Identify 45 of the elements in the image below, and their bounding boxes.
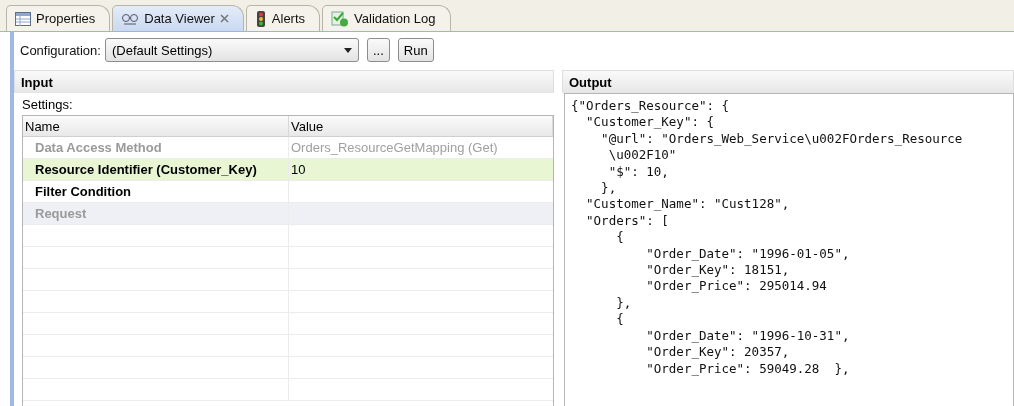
tab[interactable]: Alerts (245, 5, 321, 31)
code-line: \u002F10" (607, 147, 678, 164)
checklist-icon (331, 10, 350, 27)
code-line: "Order_Price": 295014.94 (645, 278, 828, 295)
run-button[interactable]: Run (397, 38, 434, 62)
code-line: }, (600, 180, 618, 197)
configuration-label: Configuration: (20, 42, 101, 58)
table-cell-text: 10 (290, 161, 307, 179)
column-header[interactable]: Value (289, 116, 553, 136)
table-row[interactable]: Resource Identifier (Customer_Key) 10 (23, 159, 553, 181)
code-line: }, (615, 294, 633, 312)
code-line: "Order_Date": "1996-01-05", (645, 245, 851, 263)
tab[interactable]: Data Viewer (112, 5, 244, 31)
close-icon[interactable] (219, 14, 229, 23)
table-cell: Data Access Method (23, 137, 289, 158)
glasses-icon (121, 11, 140, 26)
configuration-dropdown[interactable]: (Default Settings) (104, 38, 359, 62)
code-line: "Order_Price": 59049.28 }, (645, 360, 851, 377)
code-line: "Customer_Key": { (585, 114, 715, 131)
code-line: {"Orders_Resource": { (571, 98, 731, 115)
column-header[interactable]: Name (23, 116, 289, 136)
code-line: "Customer_Name": "Cust128", (585, 196, 791, 213)
code-line: "Order_Key": 20357, (645, 344, 791, 361)
table-cell: Request (23, 203, 289, 224)
table-cell-text: Orders_ResourceGetMapping (Get) (290, 139, 499, 157)
dropdown-arrow-icon (343, 47, 352, 53)
table-cell: Resource Identifier (Customer_Key) (23, 159, 289, 180)
table-row[interactable]: Filter Condition (23, 181, 553, 203)
table-icon (15, 11, 31, 26)
output-text-area[interactable] (564, 93, 1014, 406)
traffic-light-icon (254, 10, 267, 27)
settings-label: Settings: (21, 95, 74, 114)
code-line: "Order_Date": "1996-10-31", (645, 327, 851, 345)
more-button[interactable]: ... (366, 38, 390, 62)
table-cell: Filter Condition (23, 181, 289, 202)
code-line: "$": 10, (607, 163, 670, 181)
tab[interactable]: Properties (6, 5, 111, 31)
tab[interactable]: Validation Log (322, 5, 451, 31)
code-line: "Order_Key": 18151, (645, 262, 791, 279)
code-line: { (615, 311, 625, 328)
panel-title: Input (14, 70, 554, 93)
panel-title: Output (562, 70, 1014, 93)
code-line: "Orders": [ (585, 212, 670, 230)
code-line: { (615, 229, 625, 246)
code-line: "@url": "Orders_Web_Service\u002FOrders_Resource (600, 130, 964, 148)
